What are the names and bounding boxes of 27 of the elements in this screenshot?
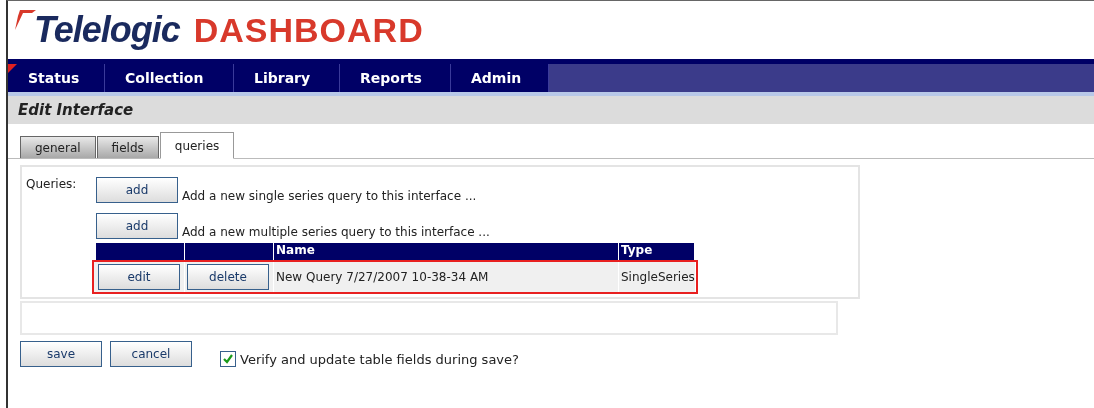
- action-button[interactable]: cancel: [110, 341, 192, 367]
- queries-label: Queries:: [26, 176, 78, 191]
- table-header-cell-text: Type: [620, 243, 654, 259]
- add-description: Add a new single series query to this interface ...: [182, 189, 477, 203]
- tab[interactable]: general: [20, 136, 96, 158]
- tab[interactable]: fields: [96, 136, 159, 158]
- corner-flag-icon: [8, 64, 17, 73]
- add-button[interactable]: add: [96, 177, 178, 203]
- add-button[interactable]: add: [96, 213, 178, 239]
- nav-tab[interactable]: Status: [8, 64, 105, 92]
- nav-tab[interactable]: Collection: [105, 64, 234, 92]
- edit-button[interactable]: edit: [98, 264, 180, 290]
- add-description: Add a new multiple series query to this interface ...: [182, 225, 490, 239]
- logo-mark-icon: [14, 10, 36, 30]
- query-name: New Query 7/27/2007 10-38-34 AM: [276, 270, 489, 284]
- nav-tab[interactable]: Reports: [340, 64, 451, 92]
- product-title: DASHBOARD: [193, 10, 424, 50]
- checkbox[interactable]: [220, 351, 236, 367]
- verify-label: Verify and update table fields during save?: [240, 351, 519, 367]
- action-button[interactable]: save: [20, 341, 102, 367]
- delete-button[interactable]: delete: [187, 264, 269, 290]
- brand-logo: Telelogic: [33, 9, 180, 51]
- nav-tab[interactable]: Library: [234, 64, 340, 92]
- tab[interactable]: queries: [159, 132, 235, 159]
- page-title: Edit Interface: [18, 101, 134, 119]
- nav-tab[interactable]: Admin: [451, 64, 549, 92]
- query-type: SingleSeries: [621, 270, 695, 284]
